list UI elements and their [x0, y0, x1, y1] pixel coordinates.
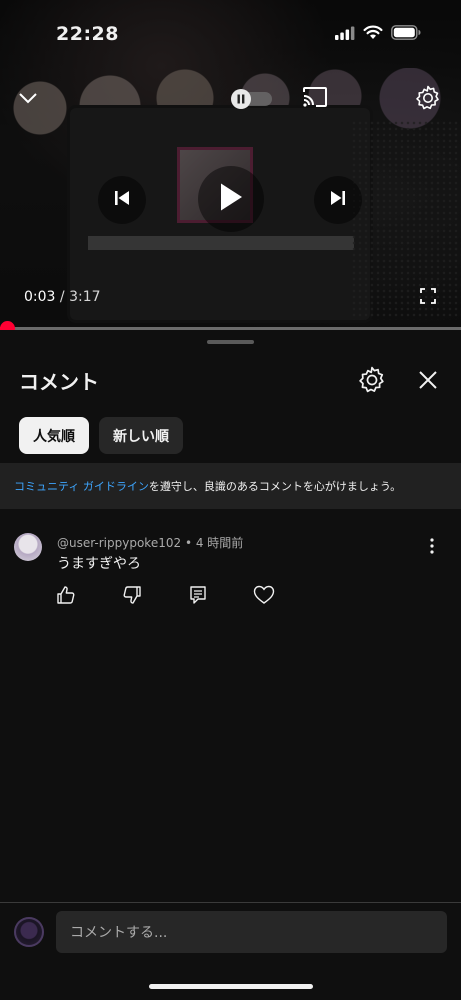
- play-icon: [218, 182, 244, 216]
- close-comments-button[interactable]: [416, 368, 440, 392]
- comment-input[interactable]: コメントする...: [56, 911, 447, 953]
- play-button[interactable]: [198, 166, 264, 232]
- heart-button[interactable]: [253, 585, 275, 609]
- player-settings-button[interactable]: [412, 84, 444, 116]
- comment-more-button[interactable]: [424, 536, 440, 558]
- current-time: 0:03: [24, 289, 56, 305]
- status-time: 22:28: [56, 23, 119, 45]
- sheet-drag-handle[interactable]: [207, 340, 254, 344]
- reply-icon: [188, 585, 208, 609]
- wifi-icon: [363, 25, 383, 44]
- guideline-text: を遵守し、良識のあるコメントを心がけましょう。: [148, 480, 402, 493]
- more-vertical-icon: [424, 538, 440, 560]
- home-indicator[interactable]: [149, 984, 313, 989]
- chevron-down-icon: [19, 89, 37, 108]
- comment-meta: @user-rippypoke102 • 4 時間前: [57, 534, 243, 551]
- like-button[interactable]: [56, 585, 76, 609]
- video-player[interactable]: 22:28 0:03 / 3:17: [0, 0, 461, 330]
- comments-sheet: コメント 人気順 新しい順 コミュニティ ガイドライン を遵守し、良識のあるコメン…: [0, 330, 461, 1000]
- battery-icon: [391, 24, 421, 44]
- duration: 3:17: [69, 289, 101, 305]
- composer-divider: [0, 902, 461, 903]
- meta-bullet: •: [184, 536, 193, 550]
- reply-button[interactable]: [188, 585, 208, 609]
- fullscreen-icon: [420, 288, 436, 308]
- previous-button[interactable]: [98, 176, 146, 224]
- avatar[interactable]: [14, 533, 42, 561]
- fullscreen-button[interactable]: [416, 286, 440, 310]
- heart-icon: [253, 585, 275, 609]
- dislike-button[interactable]: [122, 585, 142, 609]
- comment-author[interactable]: @user-rippypoke102: [57, 536, 181, 550]
- comment-actions: [56, 585, 320, 609]
- time-readout: 0:03 / 3:17: [24, 289, 101, 305]
- cast-icon: [302, 86, 328, 112]
- community-guideline-notice: コミュニティ ガイドライン を遵守し、良識のあるコメントを心がけましょう。: [0, 463, 461, 509]
- minimize-player-button[interactable]: [12, 84, 44, 112]
- previous-icon: [113, 189, 131, 211]
- time-separator: /: [59, 289, 65, 305]
- sort-chip-newest[interactable]: 新しい順: [99, 417, 183, 454]
- status-bar: 22:28: [0, 0, 461, 68]
- close-icon: [416, 371, 440, 396]
- comment-age: 4 時間前: [195, 536, 244, 550]
- sort-chips: 人気順 新しい順: [19, 417, 183, 454]
- gear-icon: [358, 366, 386, 398]
- like-icon: [56, 585, 76, 609]
- next-button[interactable]: [314, 176, 362, 224]
- comment-text: うますぎやろ: [57, 556, 141, 572]
- gear-icon: [415, 85, 441, 115]
- progress-scrubber-handle[interactable]: [0, 321, 15, 330]
- comments-title: コメント: [19, 370, 99, 394]
- dislike-icon: [122, 585, 142, 609]
- comments-settings-button[interactable]: [358, 366, 386, 394]
- cellular-signal-icon: [335, 25, 355, 44]
- status-icons: [335, 24, 421, 44]
- comment-item: @user-rippypoke102 • 4 時間前 うますぎやろ: [0, 530, 461, 620]
- autoplay-toggle[interactable]: [230, 88, 274, 110]
- community-guidelines-link[interactable]: コミュニティ ガイドライン: [14, 478, 149, 494]
- avatar: [14, 917, 44, 947]
- sort-chip-top[interactable]: 人気順: [19, 417, 89, 454]
- next-icon: [329, 189, 347, 211]
- cast-button[interactable]: [300, 86, 330, 112]
